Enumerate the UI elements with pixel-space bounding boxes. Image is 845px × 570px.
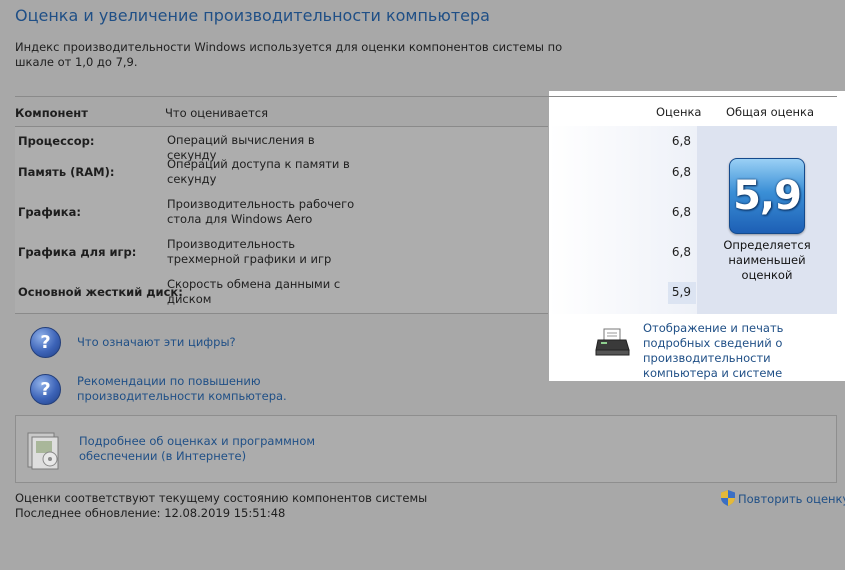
question-icon[interactable]: ?	[30, 374, 61, 405]
component-description: Производительность трехмерной графики и …	[167, 237, 332, 266]
component-description: Скорость обмена данными с диском	[167, 277, 341, 306]
window-edge-mark	[830, 0, 840, 5]
last-update: Последнее обновление: 12.08.2019 15:51:4…	[15, 506, 286, 520]
component-description: Производительность рабочего стола для Wi…	[167, 197, 355, 226]
question-icon[interactable]: ?	[30, 327, 61, 358]
component-description: Операций доступа к памяти в секунду	[167, 157, 350, 186]
header-what: Что оценивается	[165, 106, 269, 120]
table-bottom-divider	[15, 313, 548, 314]
component-label: Память (RAM):	[18, 165, 115, 179]
online-info-box: Подробнее об оценках и программном обесп…	[15, 415, 837, 483]
component-label: Графика для игр:	[18, 245, 137, 259]
scores-table: Компонент Что оценивается Процессор: Опе…	[15, 96, 837, 314]
recommendations-link[interactable]: Рекомендации по повышению производительн…	[77, 374, 297, 404]
table-top-divider	[15, 96, 837, 97]
more-info-link[interactable]: Подробнее об оценках и программном обесп…	[79, 434, 319, 464]
component-label: Основной жесткий диск:	[18, 285, 183, 299]
printer-icon[interactable]	[595, 328, 631, 361]
component-label: Процессор:	[18, 134, 95, 148]
what-numbers-link[interactable]: Что означают эти цифры?	[77, 335, 236, 350]
rerun-assessment-link[interactable]: Повторить оценку	[738, 492, 845, 507]
header-component: Компонент	[15, 106, 88, 120]
status-block: Оценки соответствуют текущему состоянию …	[15, 491, 427, 521]
status-line-1: Оценки соответствуют текущему состоянию …	[15, 491, 428, 505]
print-details-link[interactable]: Отображение и печать подробных сведений …	[643, 321, 843, 381]
page-description: Индекс производительности Windows исполь…	[15, 40, 563, 69]
uac-shield-icon	[721, 490, 735, 509]
page-title: Оценка и увеличение производительности к…	[15, 6, 490, 25]
component-label: Графика:	[18, 205, 81, 219]
software-box-icon	[24, 429, 64, 474]
